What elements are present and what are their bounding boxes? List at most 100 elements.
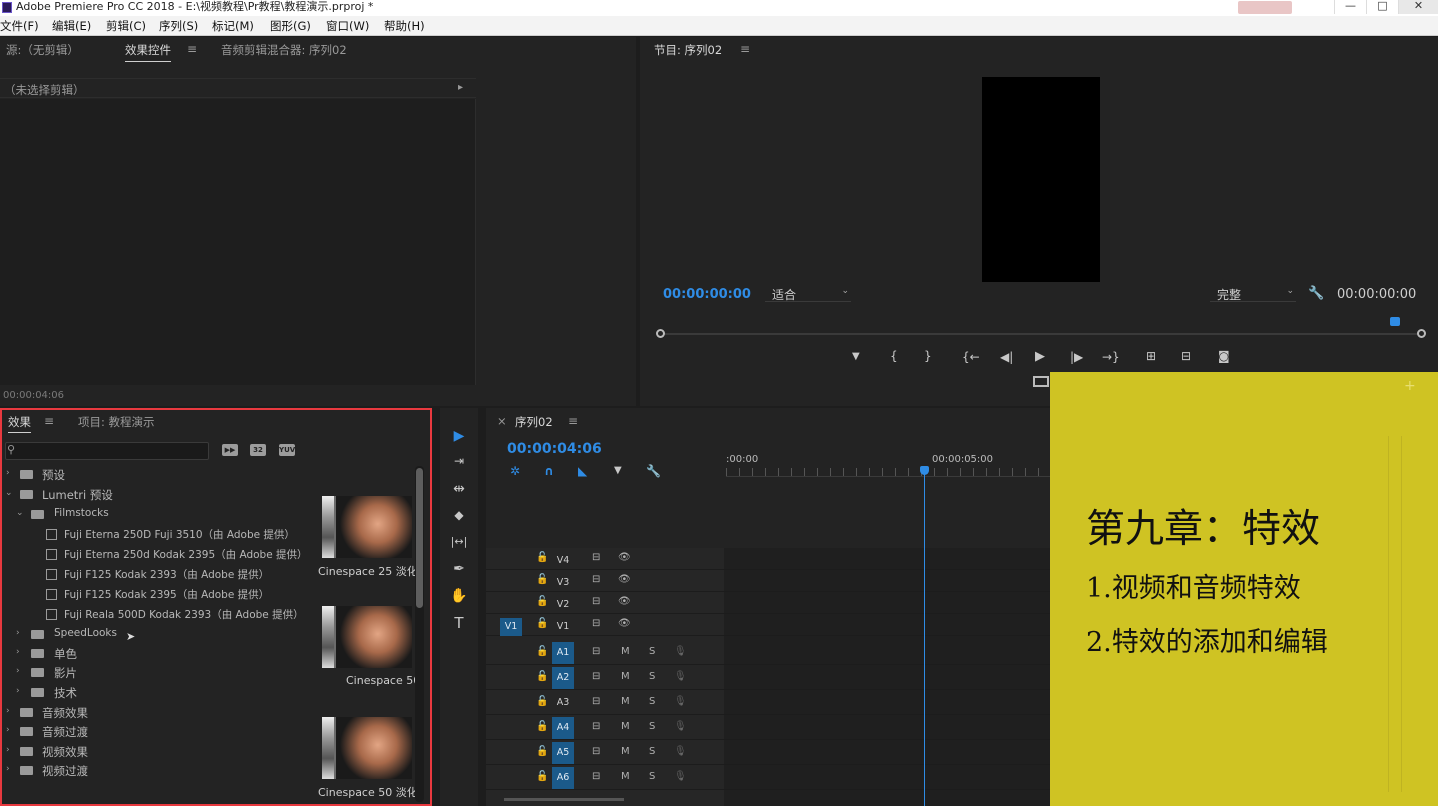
nest-toggle-icon[interactable]: ✲ [510,464,520,478]
tab-source[interactable]: 源:（无剪辑） [6,42,79,58]
32bit-effects-button[interactable]: 32 [250,444,266,456]
track-name[interactable]: V4 [552,552,574,570]
fit-dropdown[interactable]: 适合 ⌄ [765,286,851,302]
tree-folder-video-transitions[interactable]: › 视频过渡 [2,762,302,780]
sync-lock-icon[interactable]: ⊟ [592,721,600,732]
mute-button[interactable]: M [621,721,630,732]
source-patch-v1[interactable]: V1 [500,618,522,636]
menu-file[interactable]: 文件(F) [0,18,39,34]
scrub-start-handle[interactable] [656,329,665,338]
extract-button[interactable]: ⊟ [1181,349,1191,363]
solo-button[interactable]: S [649,646,655,657]
add-marker-icon[interactable]: ▼ [614,465,622,476]
mark-in-button[interactable]: { [890,349,898,363]
menu-window[interactable]: 窗口(W) [326,18,369,34]
mic-icon[interactable]: 🎙 [674,746,687,757]
mic-icon[interactable]: 🎙 [674,671,687,682]
preset-thumbnail[interactable] [322,717,412,779]
mute-button[interactable]: M [621,671,630,682]
lock-icon[interactable]: 🔓 [536,671,548,682]
panel-menu-icon[interactable]: ≡ [187,42,197,56]
panel-menu-icon[interactable]: ≡ [568,414,578,428]
step-forward-button[interactable]: |▶ [1070,350,1083,364]
effects-search-input[interactable]: ⚲ [5,442,209,460]
sync-lock-icon[interactable]: ⊟ [592,574,600,585]
chevron-down-icon[interactable]: ⌄ [16,508,24,518]
add-marker-button[interactable]: ▼ [852,351,860,362]
tree-preset[interactable]: Fuji F125 Kodak 2393（由 Adobe 提供） [2,566,302,584]
mute-button[interactable]: M [621,646,630,657]
tree-folder-technical[interactable]: › 技术 [2,684,302,702]
timeline-zoom-scrollbar[interactable] [504,798,624,801]
eye-icon[interactable]: 👁 [618,552,631,563]
solo-button[interactable]: S [649,696,655,707]
track-name[interactable]: V2 [552,596,574,614]
solo-button[interactable]: S [649,671,655,682]
chevron-right-icon[interactable]: › [6,706,10,716]
chevron-right-icon[interactable]: › [16,686,20,696]
sync-lock-icon[interactable]: ⊟ [592,552,600,563]
menu-edit[interactable]: 编辑(E) [52,18,91,34]
track-name[interactable]: A3 [552,692,574,714]
track-name[interactable]: V3 [552,574,574,592]
tree-folder-lumetri[interactable]: ⌄ Lumetri 预设 [2,486,302,504]
lock-icon[interactable]: 🔓 [536,552,548,563]
wrench-icon[interactable]: 🔧 [646,464,661,478]
track-name[interactable]: A4 [552,717,574,739]
track-name[interactable]: A5 [552,742,574,764]
play-button[interactable]: ▶ [1035,349,1045,364]
tree-preset[interactable]: Fuji Eterna 250D Fuji 3510（由 Adobe 提供） [2,526,302,544]
tree-folder-speedlooks[interactable]: › SpeedLooks ➤ [2,626,302,644]
type-tool-icon[interactable]: T [440,614,478,636]
mute-button[interactable]: M [621,696,630,707]
mark-out-button[interactable]: } [924,349,932,363]
chevron-down-icon[interactable]: ⌄ [5,488,13,498]
sync-lock-icon[interactable]: ⊟ [592,671,600,682]
lock-icon[interactable]: 🔓 [536,771,548,782]
hand-tool-icon[interactable]: ✋ [440,588,478,610]
sync-lock-icon[interactable]: ⊟ [592,618,600,629]
menu-clip[interactable]: 剪辑(C) [106,18,146,34]
menu-graphics[interactable]: 图形(G) [270,18,311,34]
minimize-button[interactable]: — [1334,0,1366,14]
tab-effects[interactable]: 效果 [8,414,31,433]
lock-icon[interactable]: 🔓 [536,696,548,707]
mute-button[interactable]: M [621,746,630,757]
preset-thumbnail[interactable] [322,606,412,668]
tree-folder-presets[interactable]: › 预设 [2,466,302,484]
export-frame-button[interactable]: ◙ [1218,349,1230,363]
tree-folder-audio-transitions[interactable]: › 音频过渡 [2,723,302,741]
eye-icon[interactable]: 👁 [618,618,631,629]
pen-tool-icon[interactable]: ✒ [440,561,478,583]
mic-icon[interactable]: 🎙 [674,696,687,707]
time-ruler[interactable]: :00:00 00:00:05:00 [726,446,1050,484]
chevron-right-icon[interactable]: › [16,666,20,676]
step-back-button[interactable]: ◀| [1000,350,1013,364]
track-name[interactable]: A1 [552,642,574,664]
lock-icon[interactable]: 🔓 [536,721,548,732]
timeline-timecode[interactable]: 00:00:04:06 [507,441,602,457]
tree-preset[interactable]: Fuji F125 Kodak 2395（由 Adobe 提供） [2,586,302,604]
expand-icon[interactable]: ▸ [458,82,463,93]
lock-icon[interactable]: 🔓 [536,574,548,585]
program-playhead-marker[interactable] [1390,317,1400,326]
tree-folder-filmstocks[interactable]: ⌄ Filmstocks [2,506,302,524]
track-select-tool-icon[interactable]: ⇥ [440,454,478,476]
tab-effect-controls[interactable]: 效果控件 [125,42,171,62]
solo-button[interactable]: S [649,721,655,732]
close-icon[interactable]: × [497,414,507,428]
razor-tool-icon[interactable]: ◆ [440,508,478,530]
chevron-right-icon[interactable]: › [16,647,20,657]
track-name[interactable]: A2 [552,667,574,689]
menu-help[interactable]: 帮助(H) [384,18,425,34]
lock-icon[interactable]: 🔓 [536,646,548,657]
sync-lock-icon[interactable]: ⊟ [592,646,600,657]
chevron-right-icon[interactable]: › [6,725,10,735]
mic-icon[interactable]: 🎙 [674,646,687,657]
sync-lock-icon[interactable]: ⊟ [592,746,600,757]
slip-tool-icon[interactable]: |↔| [440,535,478,557]
program-current-timecode[interactable]: 00:00:00:00 [663,287,751,302]
solo-button[interactable]: S [649,771,655,782]
tab-audio-clip-mixer[interactable]: 音频剪辑混合器: 序列02 [221,42,347,58]
ripple-edit-tool-icon[interactable]: ⇹ [440,481,478,503]
